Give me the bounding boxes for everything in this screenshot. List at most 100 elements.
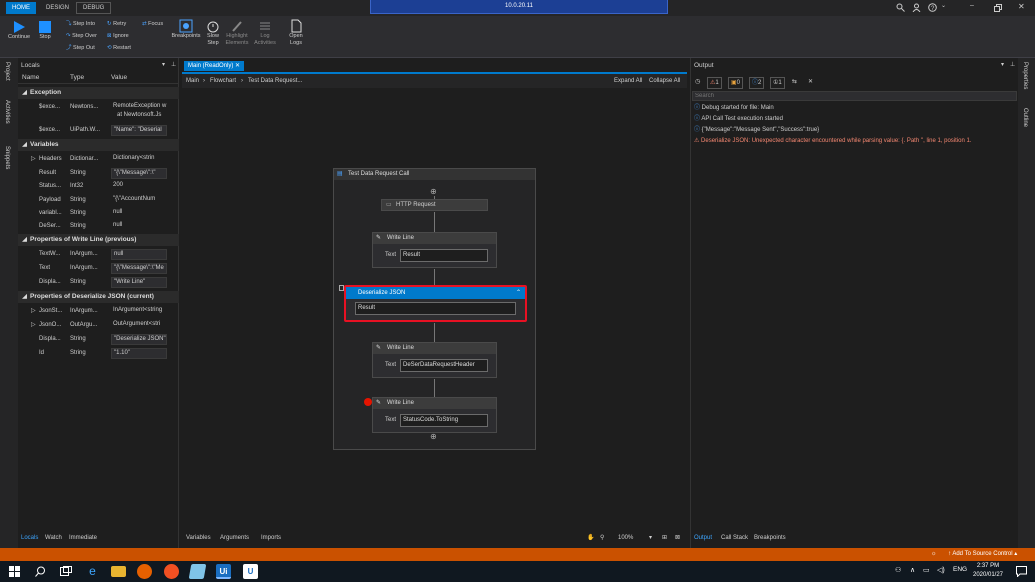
table-row[interactable]: ▷ JsonSt... InArgum... InArgument<string bbox=[18, 305, 179, 318]
app-icon[interactable] bbox=[164, 564, 179, 579]
add-activity-icon[interactable]: ⊕ bbox=[430, 432, 437, 441]
overview-icon[interactable]: ⊠ bbox=[675, 532, 680, 544]
error-filter[interactable]: ⚠1 bbox=[707, 77, 722, 89]
tab-call-stack[interactable]: Call Stack bbox=[721, 532, 748, 544]
search-icon[interactable] bbox=[35, 566, 46, 577]
remote-session-bar[interactable]: 10.0.20.11 bbox=[370, 0, 668, 14]
windows-start-icon[interactable] bbox=[9, 566, 20, 577]
zoom-level[interactable]: 100% bbox=[618, 532, 633, 544]
close-icon[interactable]: ✕ bbox=[235, 63, 240, 69]
continue-button[interactable]: Continue bbox=[6, 20, 32, 41]
table-row[interactable]: Id String "1.10" bbox=[18, 347, 179, 360]
ignore-button[interactable]: ⊠ Ignore bbox=[107, 32, 129, 40]
user-icon[interactable] bbox=[912, 3, 921, 12]
expand-icon[interactable]: ▷ bbox=[31, 153, 36, 166]
volume-icon[interactable]: ◁) bbox=[937, 566, 945, 574]
imports-tab[interactable]: Imports bbox=[261, 532, 281, 544]
breadcrumb-main[interactable]: Main bbox=[186, 75, 199, 87]
fit-screen-icon[interactable]: ⊞ bbox=[662, 532, 667, 544]
edge-icon[interactable]: e bbox=[85, 564, 100, 579]
pin-icon[interactable]: ⊥ bbox=[1010, 61, 1015, 68]
copy-icon[interactable]: ⇆ bbox=[792, 76, 797, 88]
uipath-studio-icon[interactable]: Ui bbox=[216, 564, 231, 579]
zoom-icon[interactable]: ⚲ bbox=[600, 532, 604, 544]
tab-main-readonly[interactable]: Main (ReadOnly) ✕ bbox=[184, 61, 245, 71]
table-row[interactable]: Status... Int32 200 bbox=[18, 180, 179, 193]
step-into-button[interactable]: ⤵ Step Into bbox=[66, 20, 95, 28]
pin-icon[interactable]: ⊥ bbox=[171, 61, 176, 68]
tab-output[interactable]: Output bbox=[694, 532, 712, 544]
table-row[interactable]: Result String "{\"Message\":\" bbox=[18, 167, 179, 180]
activity-write-line-3[interactable]: ✎ Write Line Text StatusCode.ToString bbox=[372, 397, 497, 433]
breadcrumb-current[interactable]: Test Data Request... bbox=[248, 75, 302, 87]
expand-icon[interactable]: ▷ bbox=[31, 305, 36, 318]
focus-button[interactable]: ⇄ Focus bbox=[142, 20, 163, 28]
expand-all-button[interactable]: Expand All bbox=[614, 75, 642, 87]
chevron-down-icon[interactable]: ▾ bbox=[649, 532, 652, 544]
firefox-icon[interactable] bbox=[137, 564, 152, 579]
network-icon[interactable]: ▭ bbox=[923, 566, 930, 574]
chevron-down-icon[interactable]: ▾ bbox=[1001, 61, 1004, 68]
stop-button[interactable]: Stop bbox=[34, 20, 56, 41]
restore-icon[interactable] bbox=[994, 4, 1002, 12]
table-row[interactable]: ▷ Headers Dictionar... Dictionary<strin bbox=[18, 153, 179, 166]
tab-locals[interactable]: Locals bbox=[21, 532, 38, 544]
wl3-text-field[interactable]: StatusCode.ToString bbox=[400, 414, 488, 427]
info-filter[interactable]: ⓘ2 bbox=[749, 77, 765, 89]
group-variables[interactable]: ◢ Variables bbox=[18, 139, 179, 151]
source-control-button[interactable]: ↑ Add To Source Control ▴ bbox=[948, 548, 1017, 561]
table-row[interactable]: Text InArgum... "{\"Message\":\"Me bbox=[18, 262, 179, 275]
trace-filter[interactable]: ①1 bbox=[770, 77, 785, 89]
retry-button[interactable]: ↻ Retry bbox=[107, 20, 126, 28]
clear-icon[interactable]: ✕ bbox=[808, 76, 813, 88]
expand-icon[interactable]: ▷ bbox=[31, 319, 36, 332]
breakpoints-button[interactable]: Breakpoints bbox=[171, 19, 201, 40]
tab-design[interactable]: DESIGN bbox=[40, 2, 75, 14]
chevron-down-icon[interactable]: ⌄ bbox=[941, 2, 946, 9]
tab-watch[interactable]: Watch bbox=[45, 532, 62, 544]
clock-icon[interactable]: ◷ bbox=[695, 76, 700, 88]
group-exception[interactable]: ◢ Exception bbox=[18, 87, 179, 99]
table-row[interactable]: ▷ JsonO... OutArgu... OutArgument<stri bbox=[18, 319, 179, 332]
outline-tab[interactable]: Outline bbox=[1022, 108, 1028, 127]
step-out-button[interactable]: ⤴ Step Out bbox=[66, 44, 95, 52]
settings-icon[interactable]: ☼ bbox=[931, 548, 937, 561]
clock[interactable]: 2:37 PM 2020/01/27 bbox=[968, 562, 1008, 580]
open-logs-button[interactable]: Open Logs bbox=[284, 19, 308, 47]
tray-chevron-icon[interactable]: ∧ bbox=[910, 566, 915, 574]
breadcrumb-flowchart[interactable]: Flowchart bbox=[210, 75, 236, 87]
activity-write-line-2[interactable]: ✎ Write Line Text DeSerDataRequestHeader bbox=[372, 342, 497, 378]
wl1-text-field[interactable]: Result bbox=[400, 249, 488, 262]
slow-step-button[interactable]: Slow Step bbox=[203, 19, 223, 47]
language-indicator[interactable]: ENG bbox=[953, 566, 967, 573]
variables-tab[interactable]: Variables bbox=[186, 532, 211, 544]
add-activity-icon[interactable]: ⊕ bbox=[430, 187, 437, 196]
uipath-robot-icon[interactable]: U bbox=[243, 564, 258, 579]
notification-icon[interactable] bbox=[1016, 566, 1027, 577]
minimize-icon[interactable]: – bbox=[970, 2, 974, 9]
snippets-tab[interactable]: Snippets bbox=[4, 146, 10, 169]
activity-write-line-1[interactable]: ✎ Write Line Text Result bbox=[372, 232, 497, 268]
collapse-up-icon[interactable]: ⌃ bbox=[516, 287, 521, 299]
arguments-tab[interactable]: Arguments bbox=[220, 532, 249, 544]
search-icon[interactable] bbox=[896, 3, 905, 12]
people-icon[interactable]: ⚇ bbox=[895, 566, 901, 574]
table-row[interactable]: DeSer... String null bbox=[18, 220, 179, 233]
table-row[interactable]: Displa... String "Write Line" bbox=[18, 276, 179, 289]
activities-tab[interactable]: Activities bbox=[4, 100, 10, 124]
tab-immediate[interactable]: Immediate bbox=[69, 532, 97, 544]
group-deserialize-json-current[interactable]: ◢ Properties of Deserialize JSON (current… bbox=[18, 291, 179, 303]
warning-filter[interactable]: ▣0 bbox=[728, 77, 744, 89]
highlight-elements-button[interactable]: Highlight Elements bbox=[224, 19, 250, 47]
restart-button[interactable]: ⟲ Restart bbox=[107, 44, 131, 52]
table-row[interactable]: variabl... String null bbox=[18, 207, 179, 220]
help-icon[interactable]: ? bbox=[928, 3, 938, 12]
collapse-all-button[interactable]: Collapse All bbox=[649, 75, 680, 87]
output-search-input[interactable] bbox=[692, 91, 1017, 101]
group-write-line-previous[interactable]: ◢ Properties of Write Line (previous) bbox=[18, 234, 179, 246]
wl2-text-field[interactable]: DeSerDataRequestHeader bbox=[400, 359, 488, 372]
activity-http-request[interactable]: ▭ HTTP Request bbox=[381, 199, 488, 211]
tab-home[interactable]: HOME bbox=[6, 2, 36, 14]
properties-tab[interactable]: Properties bbox=[1022, 62, 1028, 89]
table-row[interactable]: TextW... InArgum... null bbox=[18, 248, 179, 261]
